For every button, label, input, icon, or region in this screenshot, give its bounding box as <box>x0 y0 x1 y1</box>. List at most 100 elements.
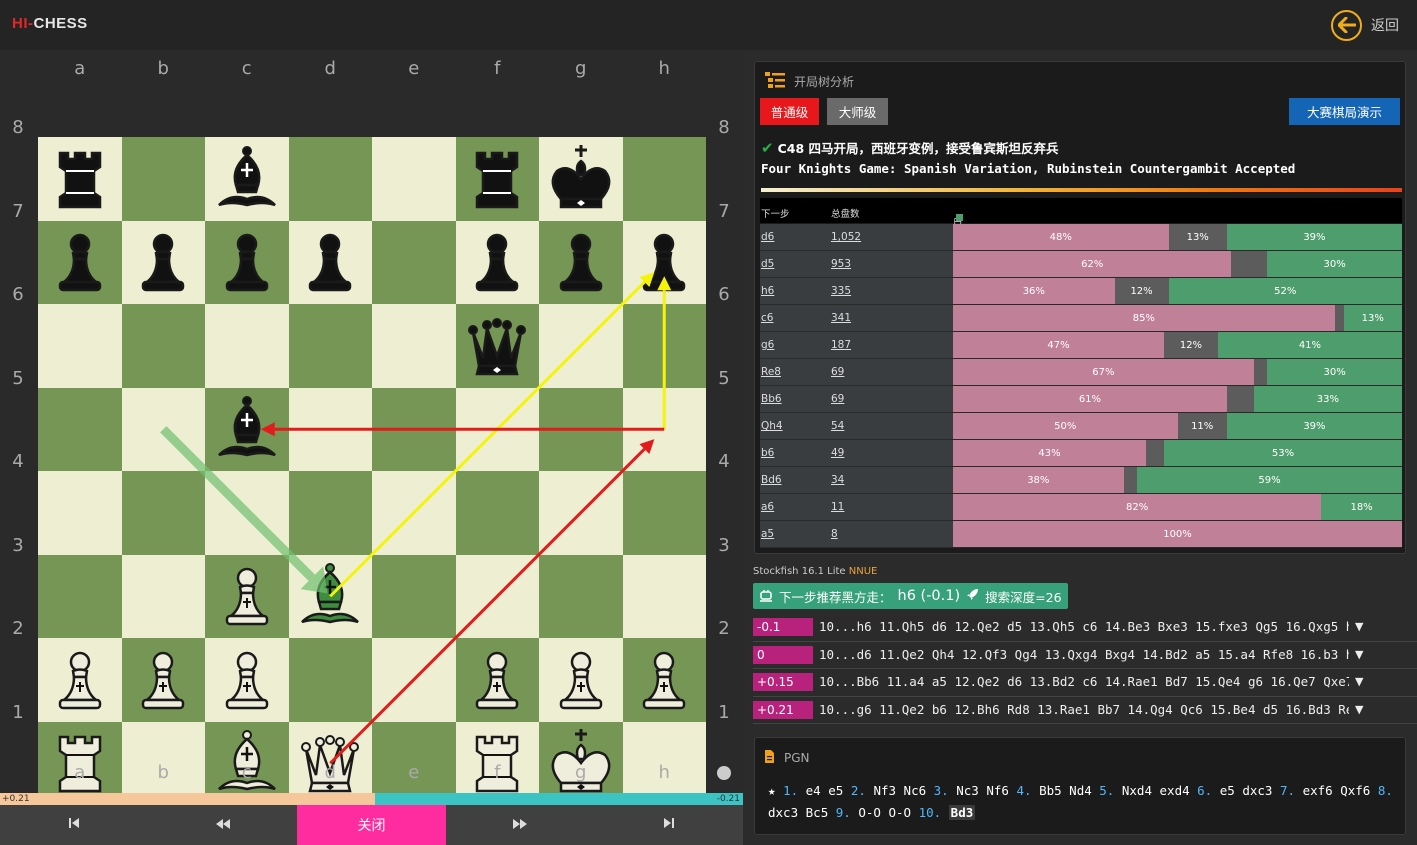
tree-row[interactable]: c6 341 85% 13% <box>760 305 1402 332</box>
black-queen-f6[interactable] <box>456 304 540 388</box>
pgn-move-black[interactable]: O-O <box>888 805 911 820</box>
square-f5[interactable] <box>455 387 539 471</box>
line-pv[interactable]: 10...g6 11.Qe2 b6 12.Bh6 Rd8 13.Rae1 Bb7… <box>819 700 1349 720</box>
square-f3[interactable] <box>455 554 539 638</box>
pgn-move-black[interactable]: Bc5 <box>806 805 829 820</box>
white-pawn-c2[interactable] <box>205 638 289 722</box>
pgn-move-black[interactable]: dxc3 <box>1242 783 1272 798</box>
tree-move[interactable]: h6 <box>760 278 827 304</box>
white-pawn-g2[interactable] <box>539 638 623 722</box>
pgn-move-white[interactable]: Bd3 <box>948 805 976 820</box>
engine-line[interactable]: +0.21 10...g6 11.Qe2 b6 12.Bh6 Rd8 13.Ra… <box>753 697 1417 725</box>
square-h3[interactable] <box>622 554 706 638</box>
expand-caret-icon[interactable]: ▼ <box>1355 703 1363 716</box>
logo[interactable]: HI-CHESS <box>12 15 88 32</box>
last-move-button[interactable] <box>594 805 743 845</box>
black-king-g8[interactable] <box>539 137 623 221</box>
engine-line[interactable]: 0 10...d6 11.Qe2 Qh4 12.Qf3 Qg4 13.Qxg4 … <box>753 642 1417 670</box>
white-pawn-f2[interactable] <box>456 638 540 722</box>
black-pawn-b7[interactable] <box>122 221 206 305</box>
black-bishop-c8[interactable] <box>205 137 289 221</box>
square-b6[interactable] <box>121 304 205 388</box>
square-h8[interactable] <box>622 137 706 221</box>
tree-row[interactable]: d6 1,052 48% 13% 39% <box>760 224 1402 251</box>
pgn-move-white[interactable]: Nxd4 <box>1122 783 1152 798</box>
pgn-move-black[interactable]: Nc6 <box>904 783 927 798</box>
square-a6[interactable] <box>38 304 122 388</box>
tree-move[interactable]: c6 <box>760 305 827 331</box>
square-e2[interactable] <box>372 638 456 722</box>
square-h5[interactable] <box>622 387 706 471</box>
back-button[interactable]: 返回 <box>1331 9 1399 41</box>
square-e6[interactable] <box>372 304 456 388</box>
square-b4[interactable] <box>121 471 205 555</box>
pgn-move-white[interactable]: Nc3 <box>956 783 979 798</box>
square-f4[interactable] <box>455 471 539 555</box>
pgn-move-black[interactable]: Nd4 <box>1069 783 1092 798</box>
normal-level-button[interactable]: 普通级 <box>760 98 819 125</box>
white-pawn-c3[interactable] <box>205 555 289 639</box>
tree-row[interactable]: g6 187 47% 12% 41% <box>760 332 1402 359</box>
tree-row[interactable]: a6 11 82% 18% <box>760 494 1402 521</box>
pgn-move-black[interactable]: Nf6 <box>986 783 1009 798</box>
tree-move[interactable]: a5 <box>760 521 827 547</box>
engine-recommendation[interactable]: 下一步推荐黑方走： h6 (-0.1) 搜索深度=26 <box>753 583 1068 609</box>
square-c6[interactable] <box>205 304 289 388</box>
line-pv[interactable]: 10...Bb6 11.a4 a5 12.Qe2 d6 13.Bd2 c6 14… <box>819 672 1349 692</box>
black-pawn-f7[interactable] <box>456 221 540 305</box>
tree-move[interactable]: g6 <box>760 332 827 358</box>
black-rook-a8[interactable] <box>38 137 122 221</box>
square-a5[interactable] <box>38 387 122 471</box>
square-h4[interactable] <box>622 471 706 555</box>
square-g5[interactable] <box>539 387 623 471</box>
chessboard[interactable] <box>38 137 706 805</box>
square-c4[interactable] <box>205 471 289 555</box>
black-pawn-h7[interactable] <box>623 221 707 305</box>
expand-caret-icon[interactable]: ▼ <box>1355 620 1363 633</box>
pgn-move-black[interactable]: Qxf6 <box>1340 783 1370 798</box>
close-button[interactable]: 关闭 <box>297 805 446 845</box>
pgn-move-white[interactable]: exf6 <box>1303 783 1333 798</box>
line-pv[interactable]: 10...h6 11.Qh5 d6 12.Qe2 d5 13.Qh5 c6 14… <box>819 617 1349 637</box>
black-pawn-a7[interactable] <box>38 221 122 305</box>
pgn-move-white[interactable]: dxc3 <box>768 805 798 820</box>
expand-caret-icon[interactable]: ▼ <box>1355 648 1363 661</box>
square-e8[interactable] <box>372 137 456 221</box>
tournament-demo-button[interactable]: 大赛棋局演示 <box>1289 98 1400 125</box>
tree-move[interactable]: a6 <box>760 494 827 520</box>
pgn-move-black[interactable]: exd4 <box>1160 783 1190 798</box>
engine-line[interactable]: +0.15 10...Bb6 11.a4 a5 12.Qe2 d6 13.Bd2… <box>753 669 1417 697</box>
square-d2[interactable] <box>288 638 372 722</box>
square-e7[interactable] <box>372 220 456 304</box>
square-d4[interactable] <box>288 471 372 555</box>
next-move-button[interactable] <box>446 805 595 845</box>
black-pawn-c7[interactable] <box>205 221 289 305</box>
white-pawn-a2[interactable] <box>38 638 122 722</box>
tree-row[interactable]: Bd6 34 38% 59% <box>760 467 1402 494</box>
pgn-move-white[interactable]: O-O <box>858 805 881 820</box>
tree-row[interactable]: Bb6 69 61% 33% <box>760 386 1402 413</box>
black-bishop-c5[interactable] <box>205 388 289 472</box>
square-e5[interactable] <box>372 387 456 471</box>
tree-row[interactable]: Qh4 54 50% 11% 39% <box>760 413 1402 440</box>
tree-row[interactable]: a5 8 100% <box>760 521 1402 548</box>
square-d5[interactable] <box>288 387 372 471</box>
square-h6[interactable] <box>622 304 706 388</box>
pgn-move-white[interactable]: e5 <box>1220 783 1235 798</box>
square-e3[interactable] <box>372 554 456 638</box>
square-a3[interactable] <box>38 554 122 638</box>
engine-line[interactable]: -0.1 10...h6 11.Qh5 d6 12.Qe2 d5 13.Qh5 … <box>753 614 1417 642</box>
black-rook-f8[interactable] <box>456 137 540 221</box>
square-b8[interactable] <box>121 137 205 221</box>
square-d8[interactable] <box>288 137 372 221</box>
white-pawn-h2[interactable] <box>623 638 707 722</box>
square-g4[interactable] <box>539 471 623 555</box>
pgn-move-black[interactable]: e5 <box>828 783 843 798</box>
expand-caret-icon[interactable]: ▼ <box>1355 675 1363 688</box>
white-bishop-d3[interactable] <box>289 555 373 639</box>
square-g3[interactable] <box>539 554 623 638</box>
square-g6[interactable] <box>539 304 623 388</box>
black-pawn-g7[interactable] <box>539 221 623 305</box>
tree-row[interactable]: b6 49 43% 53% <box>760 440 1402 467</box>
pgn-move-white[interactable]: Nf3 <box>873 783 896 798</box>
